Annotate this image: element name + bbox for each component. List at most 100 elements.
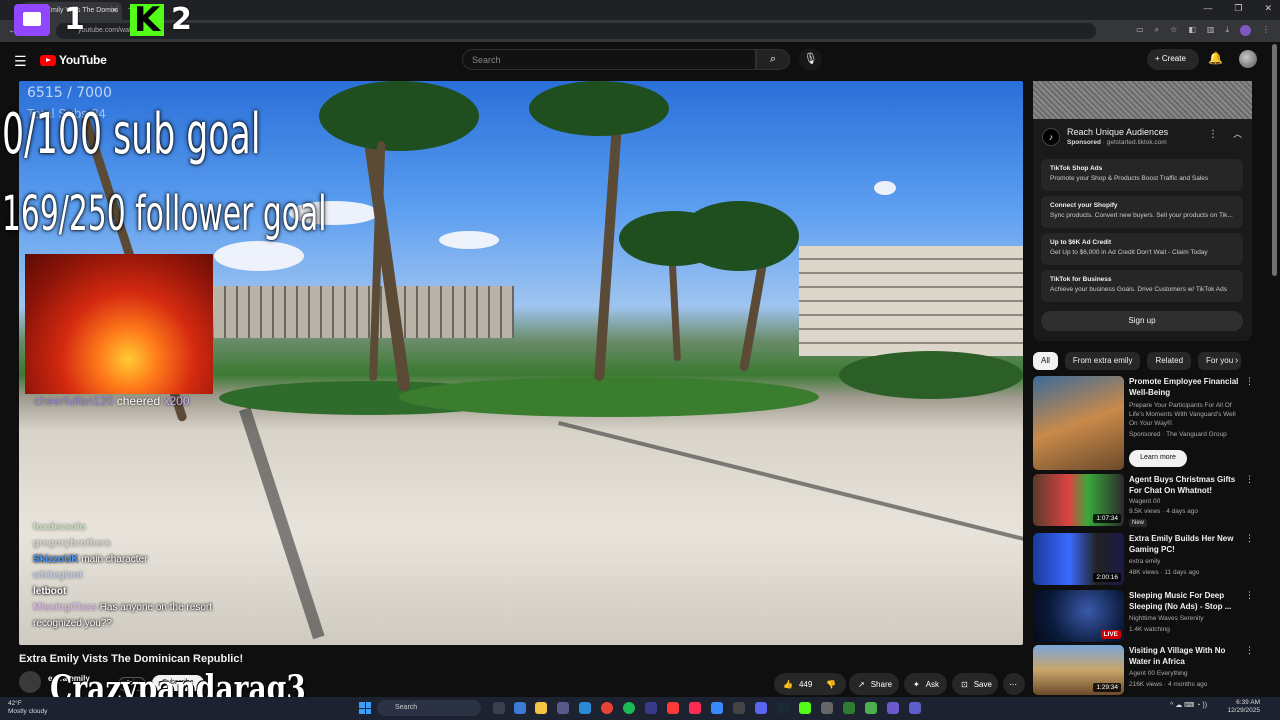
edge-icon[interactable] [579, 702, 591, 714]
kick-app-icon[interactable] [799, 702, 811, 714]
chrome-icon[interactable] [601, 702, 613, 714]
like-icon[interactable]: 👍 [783, 680, 793, 689]
chip-all[interactable]: All [1033, 352, 1058, 370]
video-thumbnail[interactable]: LIVE [1033, 590, 1124, 642]
search-button[interactable]: ⌕ [756, 49, 790, 70]
twitch-logo-icon [14, 4, 50, 36]
recommendation-item[interactable]: Promote Employee Financial Well-Being Pr… [1033, 376, 1263, 470]
chevron-up-icon[interactable]: ︿ [1233, 127, 1242, 140]
ad-sitelink[interactable]: Connect your Shopify Sync products. Conv… [1041, 196, 1243, 228]
file-explorer-icon[interactable] [535, 702, 547, 714]
close-window-icon[interactable]: ✕ [1264, 3, 1272, 14]
youtube-logo[interactable]: YouTube [40, 53, 107, 67]
profile-icon[interactable] [1240, 25, 1251, 36]
chevron-right-icon[interactable]: › [1235, 355, 1238, 366]
create-button[interactable]: + Create [1147, 49, 1199, 70]
maximize-icon[interactable]: ❐ [1234, 3, 1242, 14]
app-icon[interactable] [645, 702, 657, 714]
more-options-icon[interactable]: ⋮ [1245, 645, 1254, 656]
recommendation-item[interactable]: LIVE Sleeping Music For Deep Sleeping (N… [1033, 590, 1263, 642]
chip-related[interactable]: Related [1147, 352, 1192, 370]
share-button[interactable]: ↗ Share [849, 673, 899, 695]
ad-banner-image[interactable] [1033, 81, 1252, 119]
chip-from-channel[interactable]: From extra emily [1064, 352, 1141, 370]
ad-sitelink[interactable]: TikTok Shop Ads Promote your Shop & Prod… [1041, 159, 1243, 191]
share-label: Share [870, 679, 893, 689]
app-icon[interactable] [887, 702, 899, 714]
clock[interactable]: 6:39 AM 12/29/2025 [1222, 699, 1260, 715]
stream-stat-counter: 6515 / 7000 [27, 85, 112, 101]
account-avatar[interactable] [1239, 50, 1257, 68]
tiktok-icon[interactable] [689, 702, 701, 714]
clock-date: 12/29/2025 [1227, 707, 1260, 714]
save-button[interactable]: ⊡ Save [952, 673, 998, 695]
sidebar-icon[interactable]: ▥ [1207, 25, 1215, 36]
recommendation-item[interactable]: 1:29:34 Visiting A Village With No Water… [1033, 645, 1263, 695]
youtube-app-icon[interactable] [667, 702, 679, 714]
task-view-icon[interactable] [493, 702, 505, 714]
system-tray-icons[interactable]: ^ ☁ ⌨ ◔ )) [1170, 701, 1207, 709]
discord-icon[interactable] [755, 702, 767, 714]
recommendation-title[interactable]: Sleeping Music For Deep Sleeping (No Ads… [1129, 590, 1241, 612]
ad-title[interactable]: Reach Unique Audiences [1067, 127, 1168, 137]
ask-button[interactable]: ✦ Ask [904, 673, 947, 695]
recommendation-item[interactable]: 2:00:16 Extra Emily Builds Her New Gamin… [1033, 533, 1263, 585]
page-scrollbar[interactable] [1272, 44, 1277, 276]
recommendation-title[interactable]: Visiting A Village With No Water in Afri… [1129, 645, 1241, 667]
taskbar-search[interactable]: Search [377, 700, 481, 716]
menu-icon[interactable]: ☰ [14, 53, 27, 70]
recommendation-channel: Wagent 00 [1129, 498, 1161, 505]
like-count: 449 [798, 679, 813, 689]
ad-menu-icon[interactable]: ⋮ [1208, 129, 1218, 140]
share-icon: ↗ [858, 679, 865, 689]
weather-widget[interactable]: 42°F Mostly cloudy [8, 700, 47, 716]
zoom-icon[interactable]: ⌕ [1155, 25, 1159, 36]
recommendation-title[interactable]: Promote Employee Financial Well-Being [1129, 376, 1241, 398]
teams-icon[interactable] [909, 702, 921, 714]
learn-more-button[interactable]: Learn more [1129, 450, 1187, 467]
store-icon[interactable] [557, 702, 569, 714]
steam-icon[interactable] [777, 702, 789, 714]
extensions-icon[interactable]: ◧ [1188, 25, 1196, 36]
more-options-icon[interactable]: ⋮ [1245, 590, 1254, 601]
cheer-user: cheerfulfan120 [34, 394, 114, 408]
copilot-icon[interactable] [514, 702, 526, 714]
video-thumbnail[interactable]: 2:00:16 [1033, 533, 1124, 585]
app-icon[interactable] [865, 702, 877, 714]
more-options-icon[interactable]: ⋮ [1245, 474, 1254, 485]
spotify-icon[interactable] [623, 702, 635, 714]
minimize-icon[interactable]: — [1203, 3, 1212, 14]
more-options-icon[interactable]: ⋮ [1245, 376, 1254, 387]
recommendation-title[interactable]: Extra Emily Builds Her New Gaming PC! [1129, 533, 1241, 555]
video-thumbnail[interactable] [1033, 376, 1124, 470]
close-tab-icon[interactable]: ✕ [111, 6, 118, 15]
recommendation-title[interactable]: Agent Buys Christmas Gifts For Chat On W… [1129, 474, 1241, 496]
sign-up-button[interactable]: Sign up [1041, 311, 1243, 331]
bookmark-star-icon[interactable]: ☆ [1170, 25, 1177, 36]
recommendation-stats: 216K views · 4 months ago [1129, 681, 1208, 688]
more-options-icon[interactable]: ⋮ [1245, 533, 1254, 544]
app-icon[interactable] [733, 702, 745, 714]
cast-icon[interactable]: ▭ [1136, 25, 1144, 36]
dislike-icon[interactable]: 👎 [826, 680, 836, 689]
ad-sitelink[interactable]: TikTok for Business Achieve your busines… [1041, 270, 1243, 302]
extension-icons: ▭ ⌕ ☆ ◧ ▥ ⤓ ⋮ [1136, 25, 1270, 36]
recommendation-stats: 9.5K views · 4 days ago [1129, 508, 1199, 515]
video-thumbnail[interactable]: 1:07:34 [1033, 474, 1124, 526]
more-actions-button[interactable]: ⋯ [1003, 673, 1025, 695]
video-thumbnail[interactable]: 1:29:34 [1033, 645, 1124, 695]
notifications-bell-icon[interactable]: 🔔 [1208, 51, 1223, 65]
download-icon[interactable]: ⤓ [1225, 25, 1229, 36]
app-icon[interactable] [711, 702, 723, 714]
app-icon[interactable] [821, 702, 833, 714]
recommendation-item[interactable]: 1:07:34 Agent Buys Christmas Gifts For C… [1033, 474, 1263, 527]
browser-tab-bar: Extra Emily Vists The Domini ✕ + — ❐ ✕ [0, 0, 1280, 20]
voice-search-button[interactable]: 🎙 [799, 48, 822, 71]
channel-avatar[interactable] [19, 671, 41, 693]
search-input[interactable]: Search [462, 49, 756, 70]
ad-sitelink[interactable]: Up to $6K Ad Credit Get Up to $6,000 in … [1041, 233, 1243, 265]
menu-dots-icon[interactable]: ⋮ [1262, 25, 1270, 36]
url-bar[interactable]: youtube.com/watch?v=... [56, 23, 1096, 39]
windows-start-icon[interactable] [359, 702, 371, 714]
app-icon[interactable] [843, 702, 855, 714]
